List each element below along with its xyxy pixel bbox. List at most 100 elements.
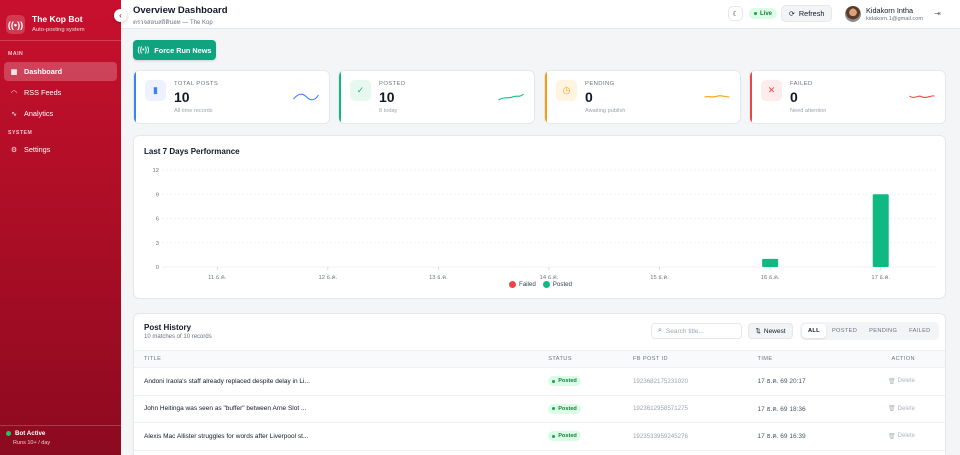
column-header-time[interactable]: TIME	[747, 350, 879, 368]
legend-swatch-failed	[508, 281, 516, 288]
status-badge: Posted	[548, 431, 581, 442]
x-tick-label: 15 ธ.ค.	[650, 274, 669, 281]
stat-accent-bar	[545, 71, 547, 123]
status-dot	[552, 379, 556, 383]
filter-tab-posted[interactable]: POSTED	[826, 324, 863, 338]
collapse-sidebar-button[interactable]: ‹	[114, 9, 127, 22]
post-history-count: 10 matches of 10 records	[144, 334, 212, 340]
stat-card-total-posts: ▮ TOTAL POSTS 10 All time records	[133, 70, 330, 124]
status-dot	[552, 407, 556, 411]
rss-icon: ◠	[10, 89, 18, 97]
sidebar-item-label: Analytics	[24, 109, 54, 118]
refresh-label: Refresh	[798, 9, 825, 18]
delete-label: Delete	[897, 433, 915, 440]
column-header-status[interactable]: STATUS	[538, 350, 623, 368]
sidebar-item-analytics[interactable]: ∿ Analytics	[4, 104, 117, 123]
activity-icon: ∿	[11, 110, 17, 118]
top-header: Overview Dashboard ตรวจสอบสถิติบอท — The…	[121, 0, 960, 29]
sidebar-item-settings[interactable]: ⚙ Settings	[4, 140, 117, 159]
legend-item-failed[interactable]: Failed	[508, 281, 536, 288]
legend-item-posted[interactable]: Posted	[542, 281, 573, 288]
fb-post-id[interactable]: 1923682175231020	[622, 367, 748, 396]
refresh-button[interactable]: ⟳ Refresh	[781, 5, 833, 22]
table-row[interactable]: Andoni Iraola's staff already replaced d…	[134, 367, 945, 396]
user-name: Kidakorn Intha	[866, 6, 914, 15]
live-dot	[754, 12, 757, 15]
status-dot	[552, 434, 556, 438]
delete-button[interactable]: 🗑 Delete	[888, 405, 915, 413]
sidebar: ((•)) The Kop Bot Auto-posting system MA…	[0, 0, 121, 455]
sidebar-item-rss-feeds[interactable]: ◠ RSS Feeds	[4, 83, 117, 102]
table-row[interactable]: John Heitinga was seen as "buffer" betwe…	[134, 395, 945, 423]
post-time: 17 ธ.ค. 69 20:17	[747, 367, 879, 396]
grid-icon: ▦	[10, 68, 18, 76]
avatar[interactable]	[845, 6, 861, 22]
search-box[interactable]: ⌕	[651, 323, 742, 339]
filter-tab-pending[interactable]: PENDING	[863, 324, 903, 338]
delete-button[interactable]: 🗑 Delete	[888, 378, 915, 385]
stat-value: 10	[379, 89, 395, 105]
chart-legend: Failed Posted	[134, 281, 947, 288]
stat-accent-bar	[339, 71, 341, 123]
stat-accent-bar	[750, 71, 752, 123]
table-row[interactable]: Alexis Mac Allister struggles for words …	[134, 422, 945, 451]
stat-subtext: 8 today	[379, 108, 398, 114]
legend-swatch-posted	[542, 281, 550, 288]
x-tick-label: 12 ธ.ค.	[319, 274, 338, 281]
theme-toggle-button[interactable]: ☾	[728, 6, 743, 21]
bar-posted	[872, 194, 889, 267]
x-tick-label: 13 ธ.ค.	[429, 274, 448, 281]
action-cell: 🗑 Delete	[878, 395, 945, 423]
bot-status-title: Bot Active	[15, 430, 46, 437]
stat-accent-bar	[134, 71, 136, 123]
sort-button[interactable]: ⇅ Newest	[748, 323, 793, 339]
stat-value: 0	[790, 89, 798, 105]
page-subtitle: ตรวจสอบสถิติบอท — The Kop	[133, 20, 213, 26]
post-history-card: Post History 10 matches of 10 records ⌕ …	[133, 313, 946, 455]
brand-subtitle: Auto-posting system	[32, 27, 85, 33]
chevron-left-icon: ‹	[119, 11, 122, 20]
column-header-action: ACTION	[878, 350, 945, 368]
filter-tab-failed[interactable]: FAILED	[903, 324, 936, 338]
sparkline	[704, 95, 730, 98]
sidebar-item-dashboard[interactable]: ▦ Dashboard	[4, 62, 117, 81]
delete-button[interactable]: 🗑 Delete	[888, 433, 915, 440]
status-label: Posted	[558, 433, 577, 440]
post-time: 17 ธ.ค. 69 16:39	[747, 422, 879, 451]
status-label: Posted	[558, 378, 577, 385]
column-header-title[interactable]: TITLE	[134, 350, 539, 368]
filter-tab-all[interactable]: ALL	[802, 324, 826, 338]
delete-label: Delete	[897, 378, 915, 385]
x-tick-label: 17 ธ.ค.	[871, 274, 890, 281]
stat-subtext: Awaiting publish	[585, 108, 626, 114]
y-tick-label: 12	[153, 168, 159, 174]
gear-icon: ⚙	[10, 146, 18, 154]
x-tick-label: 16 ธ.ค.	[761, 274, 780, 281]
y-tick-label: 0	[156, 265, 159, 271]
status-cell: Posted	[538, 422, 623, 451]
performance-chart-card: Last 7 Days Performance 0 3 6 9 12 11 ธ.ค. 12 …	[133, 135, 946, 299]
fb-post-id[interactable]: 1923612958571275	[622, 395, 748, 423]
bar-chart-icon: ▮	[145, 80, 166, 101]
stat-card-posted: ✓ POSTED 10 8 today	[338, 70, 535, 124]
post-title[interactable]: Andoni Iraola's staff already replaced d…	[134, 367, 539, 396]
live-badge: Live	[749, 8, 778, 19]
search-input[interactable]	[665, 327, 736, 335]
post-title[interactable]: Alexis Mac Allister struggles for words …	[134, 422, 539, 451]
logout-icon[interactable]: ⇥	[934, 9, 941, 18]
status-filter: ALL POSTED PENDING FAILED	[800, 322, 939, 340]
column-header-fb-post-id[interactable]: FB POST ID	[622, 350, 748, 368]
fb-post-id[interactable]: 1923533959245276	[622, 422, 748, 451]
sidebar-item-label: Settings	[24, 145, 51, 154]
force-run-button[interactable]: ((•)) Force Run News	[133, 40, 216, 60]
bar-posted	[762, 258, 779, 267]
sort-label: Newest	[763, 327, 786, 335]
stat-label: FAILED	[790, 81, 813, 87]
post-time: 17 ธ.ค. 69 18:36	[747, 395, 879, 423]
stat-subtext: Need attention	[790, 108, 827, 114]
clock-icon: ◷	[556, 80, 577, 101]
bot-status-sub: Runs 10+ / day	[13, 440, 51, 446]
post-title[interactable]: John Heitinga was seen as "buffer" betwe…	[134, 395, 539, 423]
status-cell: Posted	[538, 395, 623, 423]
legend-label: Posted	[552, 281, 573, 288]
